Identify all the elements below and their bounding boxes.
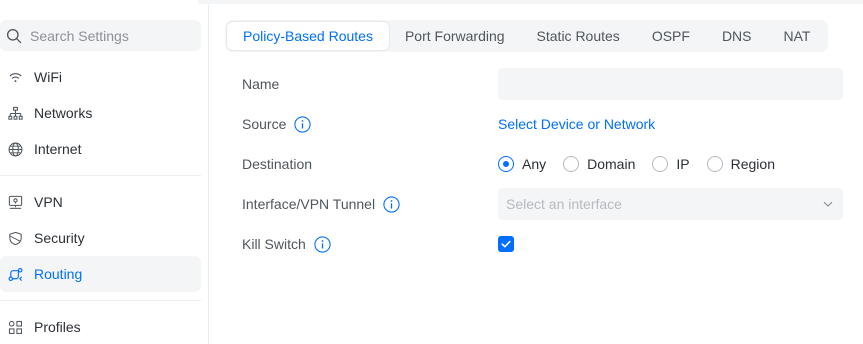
sidebar-divider [0,300,201,301]
sidebar-item-security[interactable]: Security [0,220,201,256]
radio-circle [498,156,514,172]
interface-label: Interface/VPN Tunnel [242,196,376,212]
search-placeholder: Search Settings [30,27,129,44]
destination-row: Destination Any Domain IP Region [242,148,852,180]
radio-label: Any [522,156,547,172]
name-label: Name [242,76,280,92]
sidebar-item-networks[interactable]: Networks [0,95,201,131]
tab-ospf[interactable]: OSPF [636,22,706,50]
sidebar-item-label: Security [34,230,85,246]
radio-label: IP [676,156,690,172]
radio-domain[interactable]: Domain [563,156,635,172]
radio-circle [652,156,669,172]
source-label: Source [242,116,287,132]
interface-row: Interface/VPN Tunnel Select an interface [242,188,852,220]
sidebar-item-label: WiFi [34,69,62,85]
chevron-down-icon [823,201,833,207]
radio-label: Domain [587,156,636,172]
sidebar-item-label: Internet [34,141,82,157]
search-settings[interactable]: Search Settings [0,20,201,51]
destination-radio-group: Any Domain IP Region [498,156,792,172]
tab-policy-based-routes[interactable]: Policy-Based Routes [227,22,389,50]
sidebar-item-wifi[interactable]: WiFi [0,59,201,95]
sidebar-item-routing[interactable]: Routing [0,256,201,292]
sidebar-item-label: Profiles [34,319,81,335]
wifi-icon [6,68,24,86]
info-icon[interactable] [314,235,331,253]
vpn-icon [6,193,24,211]
sidebar-item-label: VPN [34,194,63,210]
source-row: Source Select Device or Network [242,108,852,140]
sidebar-item-profiles[interactable]: Profiles [0,309,201,344]
settings-sidebar: Search Settings WiFi Networks Internet V… [0,4,209,344]
select-device-or-network-link[interactable]: Select Device or Network [498,116,655,132]
kill-switch-row: Kill Switch [242,228,852,260]
routing-tabs: Policy-Based Routes Port Forwarding Stat… [225,20,829,52]
search-icon [6,28,22,43]
kill-switch-label: Kill Switch [242,236,306,252]
kill-switch-checkbox[interactable] [498,236,514,252]
shield-icon [6,229,24,247]
networks-icon [6,104,24,122]
globe-icon [6,140,24,158]
name-row: Name [242,68,852,100]
tab-dns[interactable]: DNS [706,22,768,50]
tab-port-forwarding[interactable]: Port Forwarding [389,22,521,50]
radio-circle [706,156,723,172]
interface-placeholder: Select an interface [506,196,622,212]
interface-select[interactable]: Select an interface [498,188,843,220]
radio-ip[interactable]: IP [652,156,690,172]
radio-region[interactable]: Region [706,156,775,172]
info-icon[interactable] [294,115,312,133]
radio-any[interactable]: Any [498,156,546,172]
check-icon [501,240,511,248]
sidebar-item-label: Networks [34,105,93,121]
sidebar-item-internet[interactable]: Internet [0,131,201,167]
name-input[interactable] [498,68,843,100]
sidebar-item-vpn[interactable]: VPN [0,184,201,220]
routing-icon [6,265,24,283]
info-icon[interactable] [383,195,400,213]
tab-static-routes[interactable]: Static Routes [521,22,636,50]
radio-label: Region [730,156,775,172]
destination-label: Destination [242,156,313,172]
radio-circle [563,156,580,172]
sidebar-item-label: Routing [34,266,83,282]
sidebar-divider [0,175,201,176]
tab-nat[interactable]: NAT [768,22,827,50]
profiles-icon [6,318,24,336]
